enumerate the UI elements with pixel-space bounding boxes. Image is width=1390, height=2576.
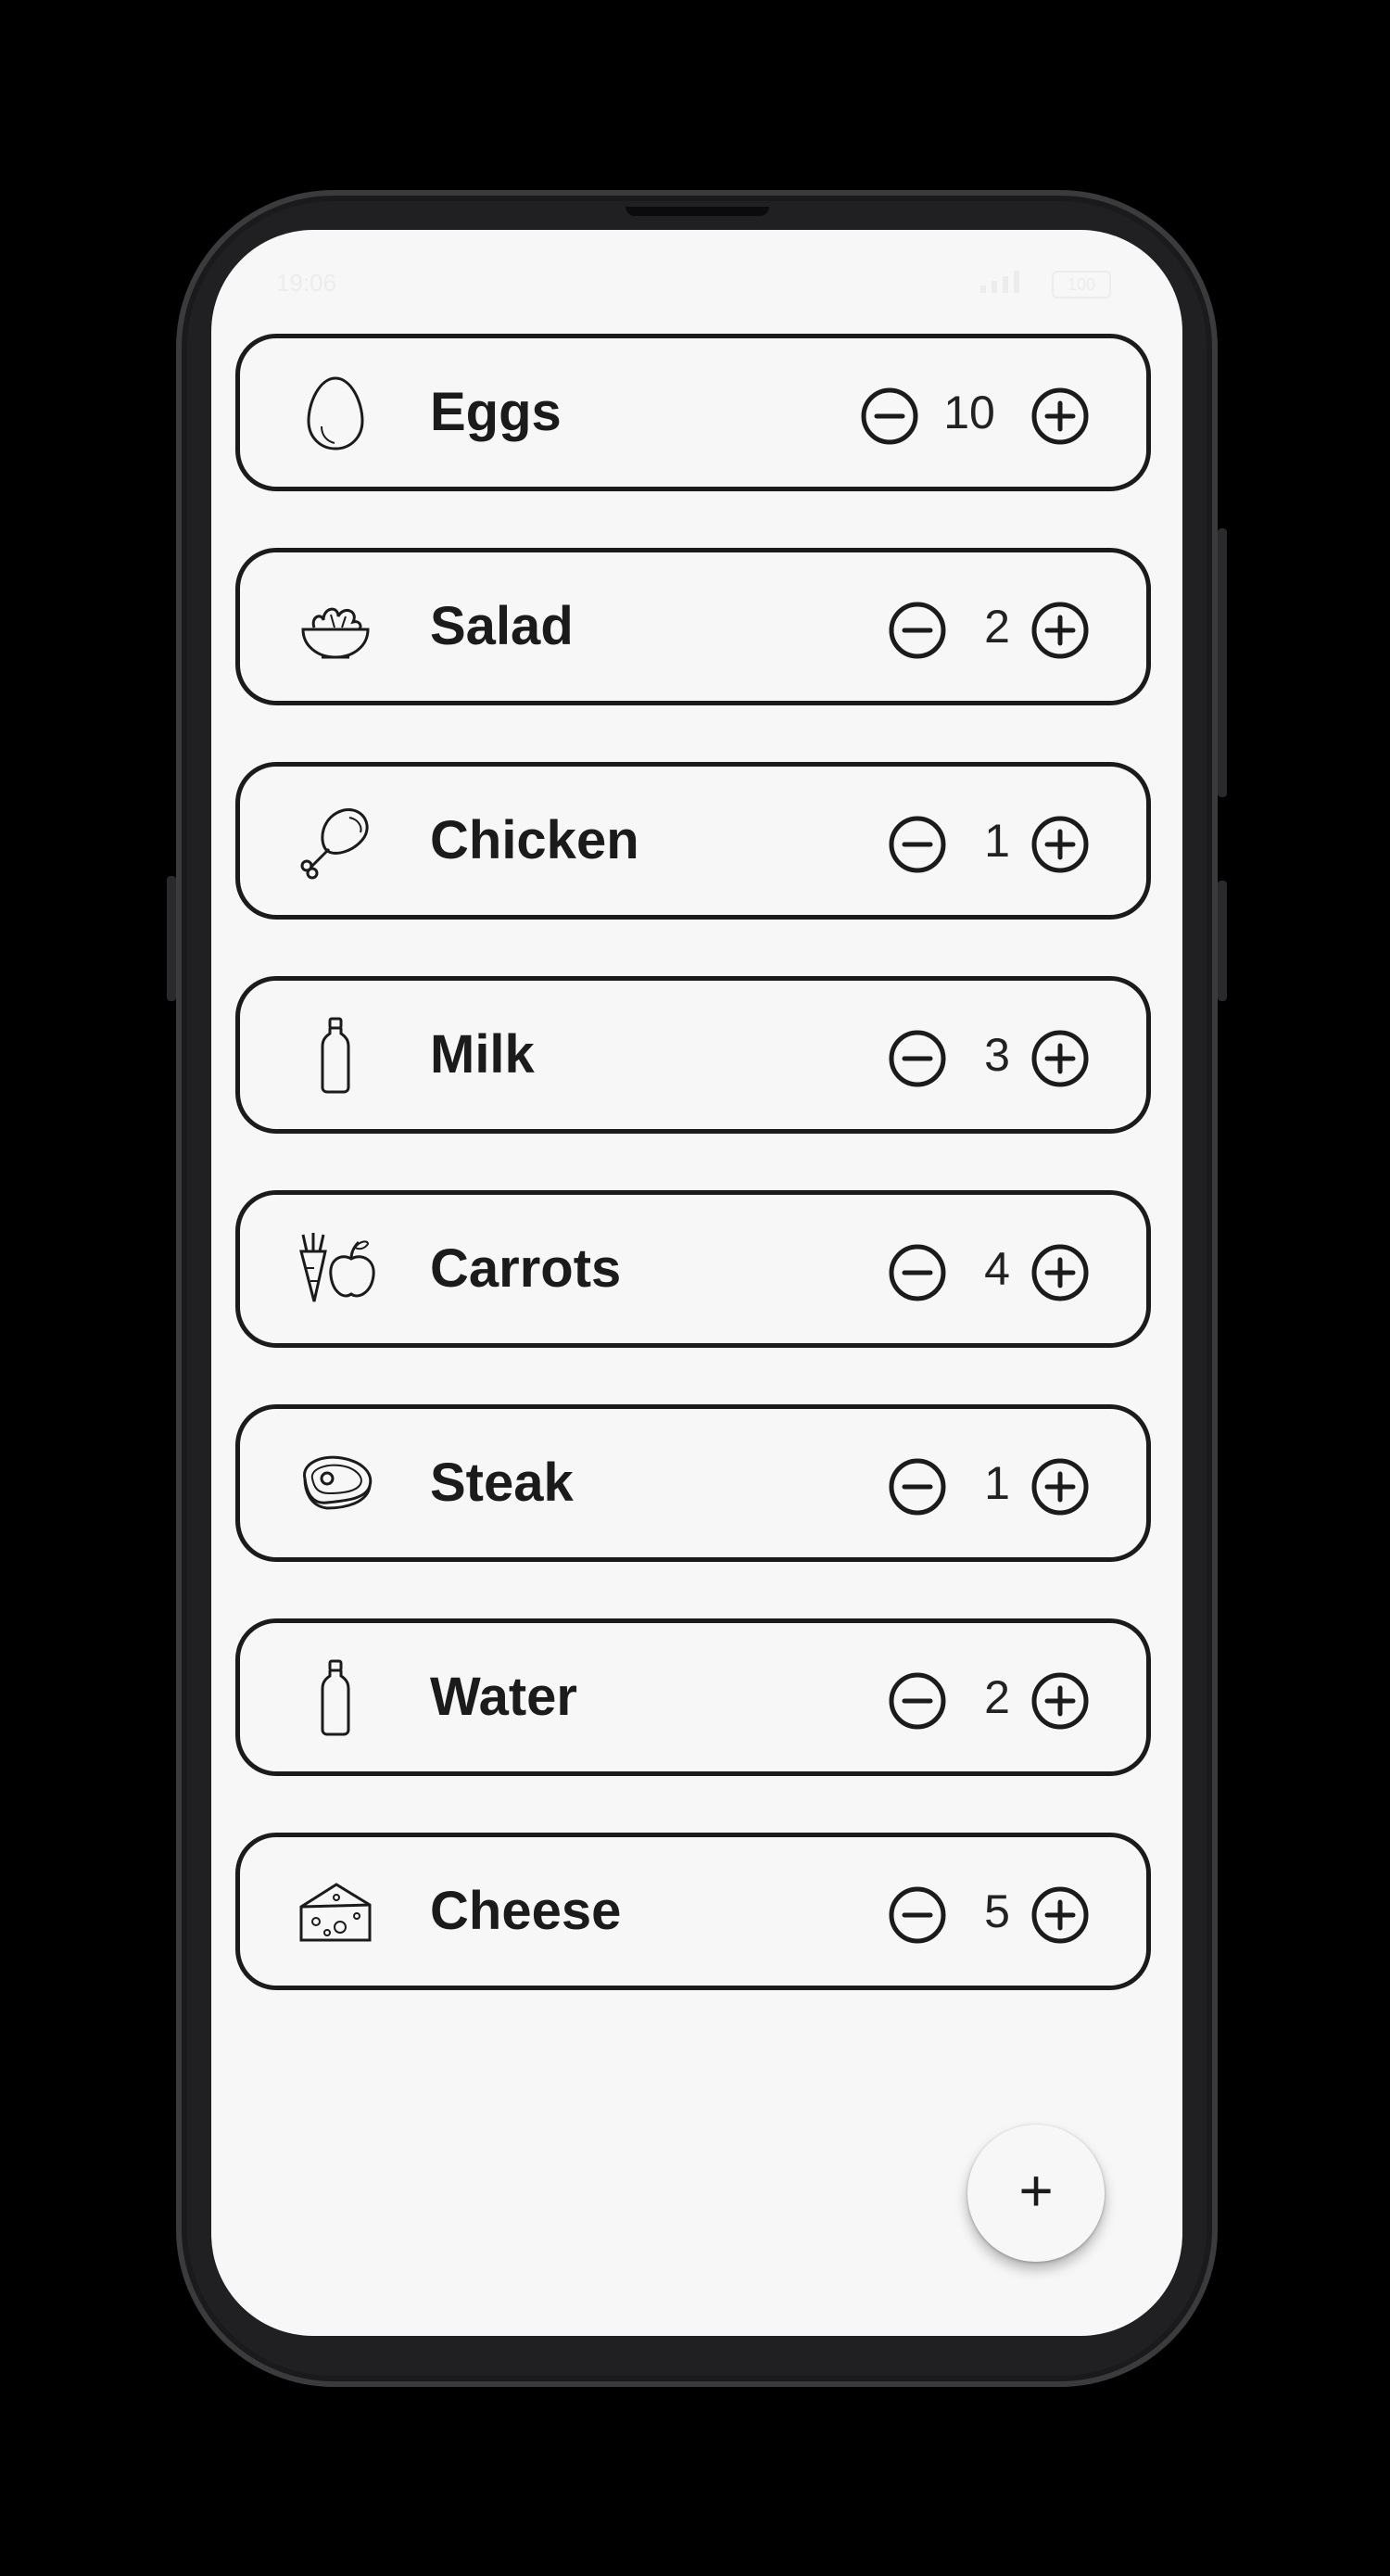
item-card[interactable]: Eggs 10 [235, 334, 1151, 491]
item-card[interactable]: Carrots 4 [235, 1190, 1151, 1348]
item-name: Carrots [430, 1238, 622, 1299]
item-card[interactable]: Salad 2 [235, 548, 1151, 705]
item-name: Water [430, 1667, 577, 1727]
increment-button[interactable] [1031, 602, 1089, 659]
battery-icon: 100 [1052, 271, 1111, 298]
item-card[interactable]: Milk 3 [235, 976, 1151, 1134]
increment-button[interactable] [1031, 1886, 1089, 1944]
increment-button[interactable] [1031, 1244, 1089, 1301]
side-button-right-bottom [1218, 881, 1227, 1001]
increment-button[interactable] [1031, 387, 1089, 445]
item-quantity: 2 [984, 601, 1010, 653]
signal-icon [980, 271, 1019, 293]
decrement-button[interactable] [889, 1886, 946, 1944]
item-quantity: 4 [984, 1243, 1010, 1295]
decrement-button[interactable] [861, 387, 918, 445]
speaker-notch [626, 207, 769, 216]
item-quantity: 1 [984, 815, 1010, 867]
chicken-leg-icon [294, 799, 377, 882]
item-quantity: 2 [984, 1671, 1010, 1723]
item-card[interactable]: Chicken 1 [235, 762, 1151, 920]
decrement-button[interactable] [889, 602, 946, 659]
increment-button[interactable] [1031, 816, 1089, 873]
item-name: Cheese [430, 1881, 622, 1941]
cheese-icon [294, 1870, 377, 1953]
item-name: Chicken [430, 810, 639, 870]
salad-bowl-icon [294, 585, 377, 668]
item-card[interactable]: Cheese 5 [235, 1833, 1151, 1990]
item-quantity: 10 [943, 387, 995, 438]
bottle-icon [294, 1013, 377, 1097]
bottle-icon [294, 1656, 377, 1739]
item-card[interactable]: Steak 1 [235, 1404, 1151, 1562]
item-quantity: 5 [984, 1885, 1010, 1937]
increment-button[interactable] [1031, 1030, 1089, 1087]
steak-icon [294, 1441, 377, 1525]
status-time: 19:06 [276, 269, 337, 297]
increment-button[interactable] [1031, 1672, 1089, 1730]
item-quantity: 1 [984, 1457, 1010, 1509]
decrement-button[interactable] [889, 816, 946, 873]
decrement-button[interactable] [889, 1244, 946, 1301]
add-item-button[interactable]: + [967, 2125, 1105, 2262]
decrement-button[interactable] [889, 1458, 946, 1516]
decrement-button[interactable] [889, 1672, 946, 1730]
decrement-button[interactable] [889, 1030, 946, 1087]
item-name: Steak [430, 1453, 574, 1513]
side-button-right-top [1218, 528, 1227, 797]
item-quantity: 3 [984, 1029, 1010, 1081]
app-screen: 19:06 100 Eggs 10 Salad 2 Chicken 1 Milk 3 Carro… [211, 230, 1182, 2336]
status-bar: 19:06 100 [211, 230, 1182, 336]
increment-button[interactable] [1031, 1458, 1089, 1516]
egg-icon [294, 371, 377, 454]
item-card[interactable]: Water 2 [235, 1618, 1151, 1776]
side-button-left [167, 876, 176, 1001]
carrot-apple-icon [294, 1227, 377, 1311]
item-name: Eggs [430, 382, 562, 442]
item-name: Milk [430, 1024, 535, 1085]
item-name: Salad [430, 596, 574, 656]
